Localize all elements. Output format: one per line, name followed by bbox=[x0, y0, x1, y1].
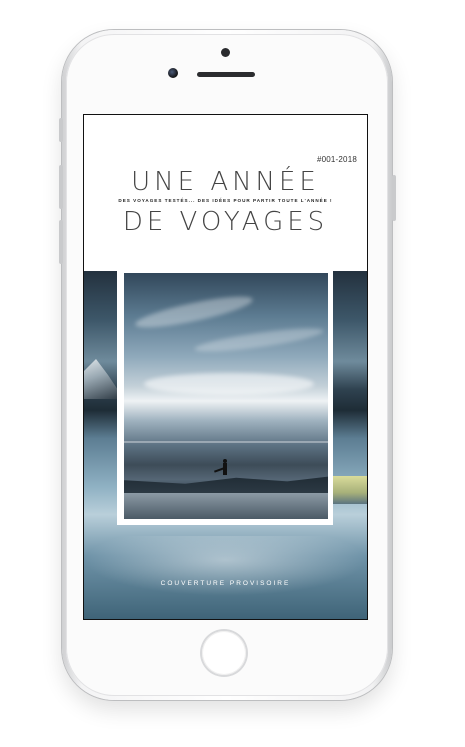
volume-up-button bbox=[59, 165, 63, 209]
cover-photo bbox=[124, 273, 328, 519]
sea-horizon bbox=[124, 441, 328, 443]
home-button-icon[interactable] bbox=[202, 631, 246, 675]
screen: #001-2018 UNE ANNÉE DES VOYAGES TESTÉS..… bbox=[84, 115, 367, 619]
pool-edge bbox=[333, 476, 367, 504]
cloud bbox=[193, 324, 325, 356]
water-reflection bbox=[84, 536, 367, 596]
paddleboarder-figure bbox=[214, 459, 228, 475]
camera-icon bbox=[221, 48, 230, 57]
cover-code: #001-2018 bbox=[316, 155, 357, 164]
cover-subtitle: DES VOYAGES TESTÉS... DES IDÉES POUR PAR… bbox=[118, 198, 333, 203]
cover-title-line-1: UNE ANNÉE bbox=[131, 167, 320, 197]
front-camera-icon bbox=[168, 68, 178, 78]
wave-foam bbox=[124, 493, 328, 519]
paddler-body bbox=[223, 463, 227, 475]
power-button bbox=[392, 175, 396, 221]
cover-caption: COUVERTURE PROVISOIRE bbox=[160, 580, 291, 587]
cloud bbox=[144, 373, 314, 395]
volume-down-button bbox=[59, 220, 63, 264]
cover-title-line-2: DE VOYAGES bbox=[122, 207, 329, 237]
cloud bbox=[133, 290, 255, 334]
mute-switch bbox=[59, 118, 63, 142]
speaker-icon bbox=[197, 72, 255, 77]
